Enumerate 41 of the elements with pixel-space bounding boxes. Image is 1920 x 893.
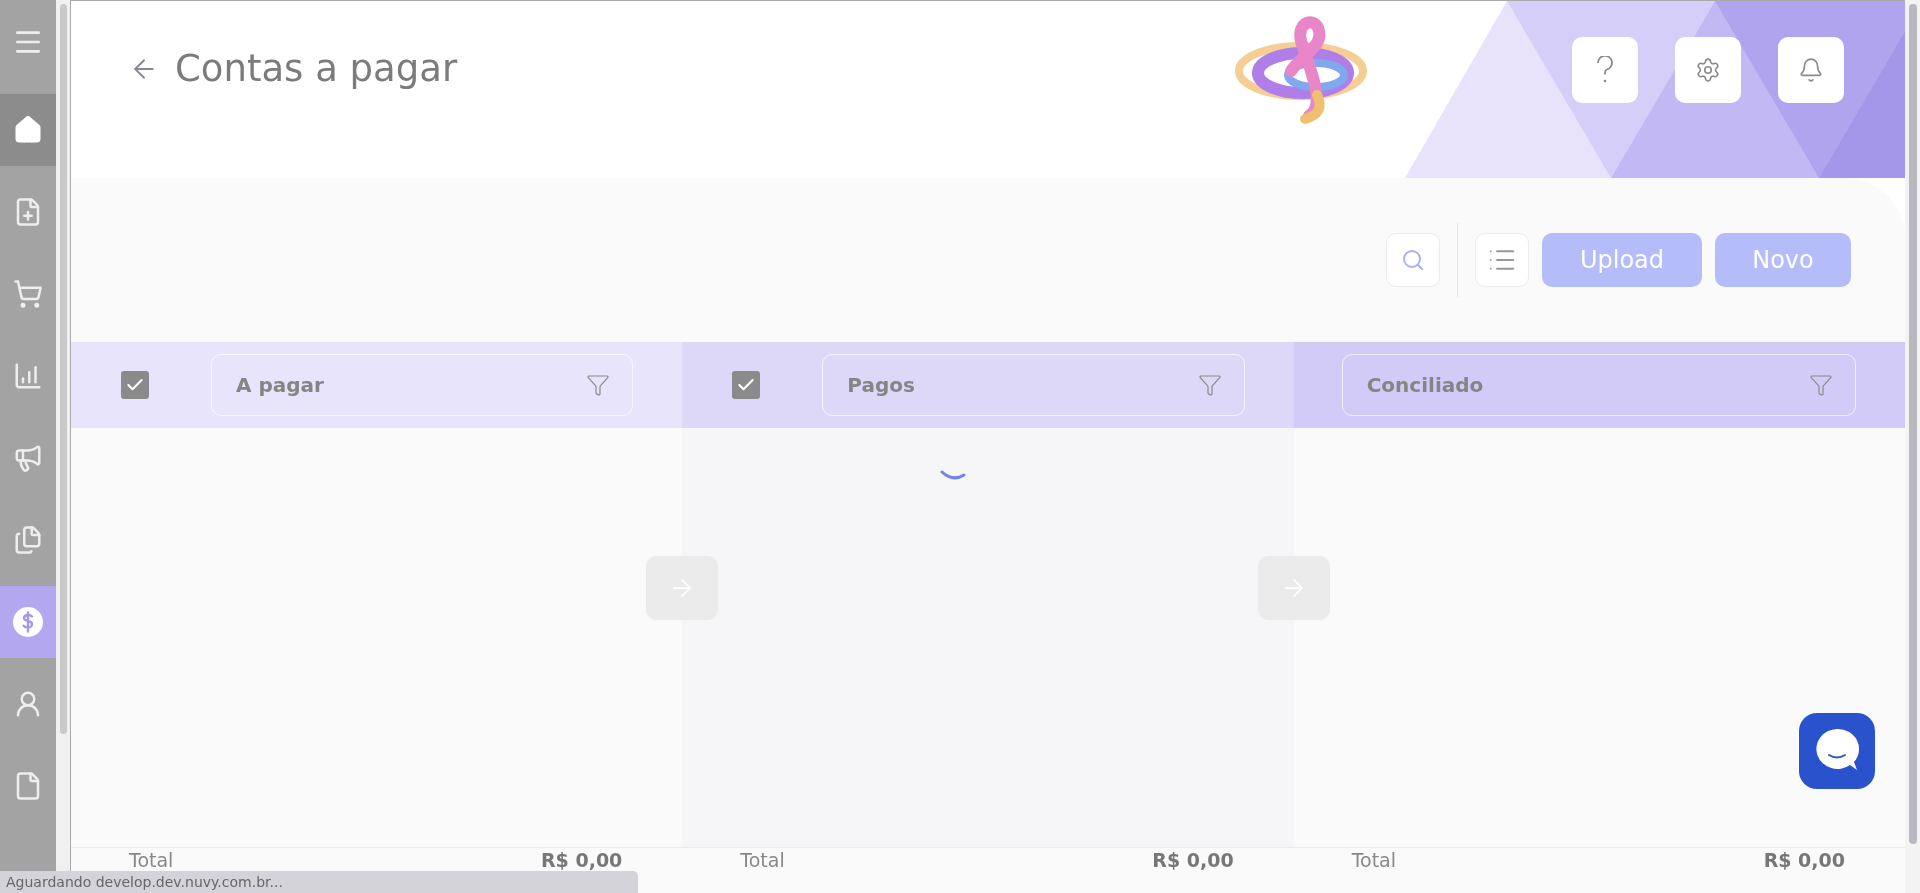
bell-icon: [1798, 57, 1824, 83]
column-label: Pagos: [847, 373, 915, 397]
chat-button[interactable]: [1799, 713, 1875, 789]
search-button[interactable]: [1386, 233, 1440, 287]
dollar-icon: [12, 606, 44, 638]
help-button[interactable]: [1572, 37, 1638, 103]
checkbox[interactable]: [732, 371, 761, 399]
total-value: R$ 0,00: [1763, 849, 1845, 871]
total-label: Total: [1351, 849, 1397, 871]
status-bar: Aguardando develop.dev.nuvy.com.br...: [0, 871, 638, 893]
sidebar-item[interactable]: [0, 586, 56, 658]
total-label: Total: [129, 849, 174, 871]
cart-icon: [13, 279, 43, 309]
scrollbar-thumb[interactable]: [1908, 4, 1917, 844]
filter-icon[interactable]: [1197, 373, 1222, 397]
notifications-button[interactable]: [1778, 37, 1844, 103]
total-value: R$ 0,00: [1152, 849, 1234, 871]
settings-icon: [1695, 57, 1721, 83]
documents-icon: [13, 525, 43, 555]
search-icon: [1401, 248, 1425, 272]
scrollbar-thumb[interactable]: [59, 4, 67, 734]
total-value: R$ 0,00: [541, 849, 623, 871]
sidebar-item[interactable]: [0, 94, 56, 166]
column-label: A pagar: [236, 373, 324, 397]
total-label: Total: [740, 849, 785, 871]
filter-field[interactable]: A pagar: [211, 354, 634, 416]
home-icon: [13, 115, 43, 145]
settings-button[interactable]: [1675, 37, 1741, 103]
column-label: Conciliado: [1366, 373, 1484, 397]
filter-field[interactable]: Conciliado: [1341, 354, 1856, 416]
question-icon: [1596, 56, 1614, 84]
megaphone-icon: [13, 443, 43, 473]
new-button[interactable]: Novo: [1715, 233, 1851, 287]
page-title: Contas a pagar: [175, 47, 458, 90]
filter-icon[interactable]: [586, 373, 611, 397]
chart-icon: [13, 361, 43, 391]
filter-icon[interactable]: [1809, 373, 1833, 397]
upload-button[interactable]: Upload: [1542, 233, 1702, 287]
filter-field[interactable]: Pagos: [822, 354, 1245, 416]
checkbox[interactable]: [121, 371, 149, 399]
list-view-button[interactable]: [1475, 233, 1529, 287]
